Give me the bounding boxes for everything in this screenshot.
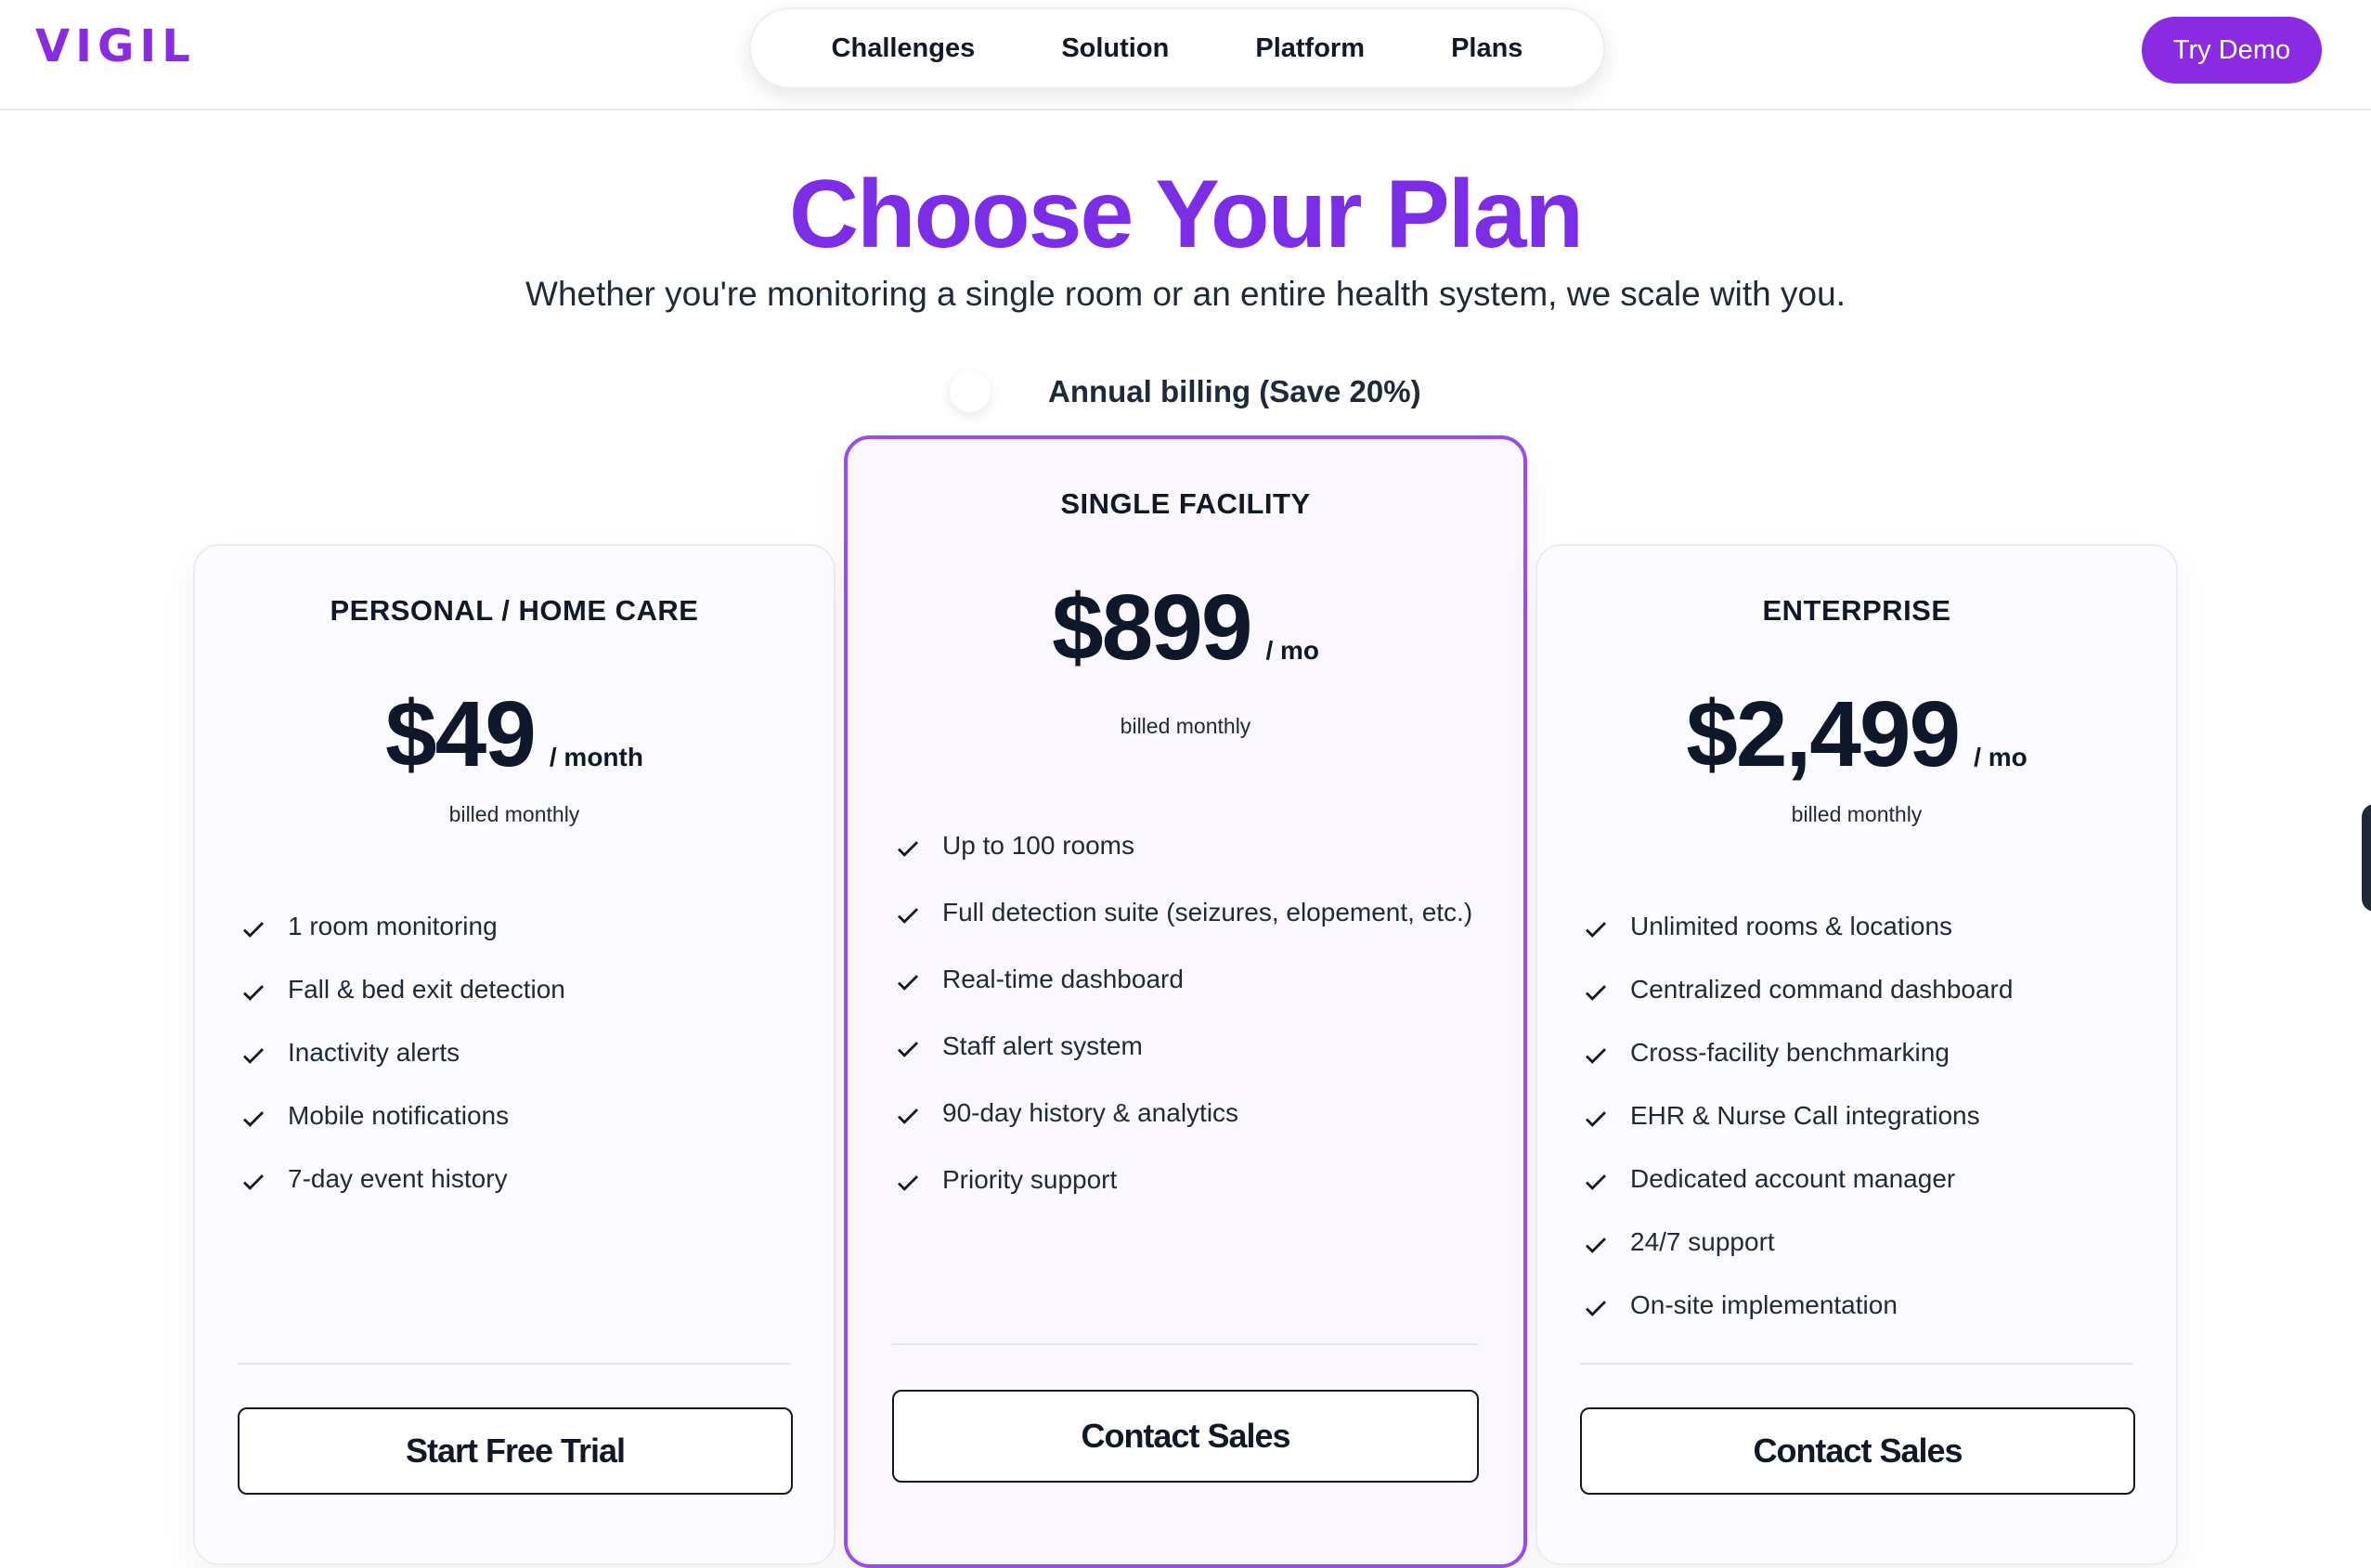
feature-item: Fall & bed exit detection bbox=[240, 971, 834, 1008]
check-icon bbox=[898, 1108, 918, 1124]
check-icon bbox=[243, 922, 264, 938]
card-divider bbox=[892, 1343, 1479, 1345]
feature-item: Staff alert system bbox=[894, 1028, 1486, 1065]
main-nav: Challenges Solution Platform Plans bbox=[749, 7, 1605, 89]
plan-period: / mo bbox=[1974, 743, 2028, 771]
plan-period: / mo bbox=[1265, 636, 1320, 665]
check-icon bbox=[1586, 985, 1606, 1001]
card-divider bbox=[238, 1363, 791, 1365]
check-icon bbox=[1586, 1174, 1606, 1190]
plan-period: / month bbox=[549, 743, 643, 771]
plan-name: ENTERPRISE bbox=[1762, 594, 1951, 627]
site-header: VIGIL Challenges Solution Platform Plans… bbox=[0, 0, 2371, 110]
billing-toggle-row: Annual billing (Save 20%) bbox=[950, 368, 1421, 416]
check-icon bbox=[898, 1175, 918, 1191]
price-row: $49 / month bbox=[195, 681, 834, 788]
feature-item: 1 room monitoring bbox=[240, 908, 834, 945]
vigil-logo[interactable]: VIGIL bbox=[35, 20, 196, 72]
feature-list: 1 room monitoring Fall & bed exit detect… bbox=[240, 908, 834, 1224]
check-icon bbox=[1586, 1048, 1606, 1064]
feature-item: Cross-facility benchmarking bbox=[1582, 1034, 2176, 1071]
plan-price: $2,499 bbox=[1686, 682, 1961, 786]
check-icon bbox=[898, 908, 918, 924]
check-icon bbox=[1586, 1301, 1606, 1316]
nav-challenges[interactable]: Challenges bbox=[832, 33, 976, 64]
page-title: Choose Your Plan bbox=[788, 161, 1584, 268]
billing-toggle[interactable] bbox=[950, 371, 991, 412]
feature-item: Centralized command dashboard bbox=[1582, 971, 2176, 1008]
feature-item: 24/7 support bbox=[1582, 1224, 2176, 1261]
feature-item: On-site implementation bbox=[1582, 1287, 2176, 1324]
billing-note: billed monthly bbox=[1791, 802, 1923, 826]
feature-item: Real-time dashboard bbox=[894, 961, 1486, 998]
plan-name: SINGLE FACILITY bbox=[1060, 487, 1311, 520]
nav-solution[interactable]: Solution bbox=[1061, 33, 1169, 64]
feature-item: Full detection suite (seizures, elopemen… bbox=[894, 894, 1486, 931]
feature-list: Up to 100 rooms Full detection suite (se… bbox=[894, 827, 1486, 1228]
start-free-trial-button[interactable]: Start Free Trial bbox=[238, 1407, 793, 1495]
plan-card-single-facility: SINGLE FACILITY $899 / mo billed monthly… bbox=[844, 435, 1527, 1568]
page-subtitle: Whether you're monitoring a single room … bbox=[525, 275, 1846, 313]
billing-note: billed monthly bbox=[1120, 714, 1251, 738]
feature-list: Unlimited rooms & locations Centralized … bbox=[1582, 908, 2176, 1350]
check-icon bbox=[1586, 922, 1606, 938]
feature-item: 7-day event history bbox=[240, 1160, 834, 1198]
feature-item: Up to 100 rooms bbox=[894, 827, 1486, 864]
contact-sales-button[interactable]: Contact Sales bbox=[1580, 1407, 2135, 1495]
feature-item: 90-day history & analytics bbox=[894, 1095, 1486, 1132]
card-divider bbox=[1580, 1363, 2133, 1365]
contact-sales-button[interactable]: Contact Sales bbox=[892, 1390, 1479, 1483]
feature-item: Unlimited rooms & locations bbox=[1582, 908, 2176, 945]
try-demo-button[interactable]: Try Demo bbox=[2142, 17, 2322, 84]
check-icon bbox=[243, 1174, 264, 1190]
feature-item: Mobile notifications bbox=[240, 1097, 834, 1134]
check-icon bbox=[243, 985, 264, 1001]
nav-platform[interactable]: Platform bbox=[1255, 33, 1365, 64]
plan-name: PERSONAL / HOME CARE bbox=[330, 594, 699, 627]
check-icon bbox=[1586, 1238, 1606, 1253]
nav-plans[interactable]: Plans bbox=[1451, 33, 1522, 64]
billing-toggle-label: Annual billing (Save 20%) bbox=[1048, 374, 1421, 408]
side-widget-tab[interactable] bbox=[2362, 804, 2371, 912]
feature-item: Priority support bbox=[894, 1161, 1486, 1199]
plan-price: $49 bbox=[385, 682, 537, 786]
feature-item: EHR & Nurse Call integrations bbox=[1582, 1097, 2176, 1134]
check-icon bbox=[898, 841, 918, 857]
feature-item: Inactivity alerts bbox=[240, 1034, 834, 1071]
check-icon bbox=[1586, 1111, 1606, 1127]
billing-note: billed monthly bbox=[448, 802, 580, 826]
plan-card-enterprise: ENTERPRISE $2,499 / mo billed monthly Un… bbox=[1535, 544, 2178, 1565]
plan-card-personal: PERSONAL / HOME CARE $49 / month billed … bbox=[193, 544, 836, 1565]
check-icon bbox=[898, 975, 918, 991]
plan-price: $899 bbox=[1051, 576, 1252, 680]
feature-item: Dedicated account manager bbox=[1582, 1160, 2176, 1198]
check-icon bbox=[243, 1048, 264, 1064]
price-row: $2,499 / mo bbox=[1537, 681, 2176, 788]
price-row: $899 / mo bbox=[848, 575, 1523, 681]
check-icon bbox=[898, 1042, 918, 1057]
check-icon bbox=[243, 1111, 264, 1127]
